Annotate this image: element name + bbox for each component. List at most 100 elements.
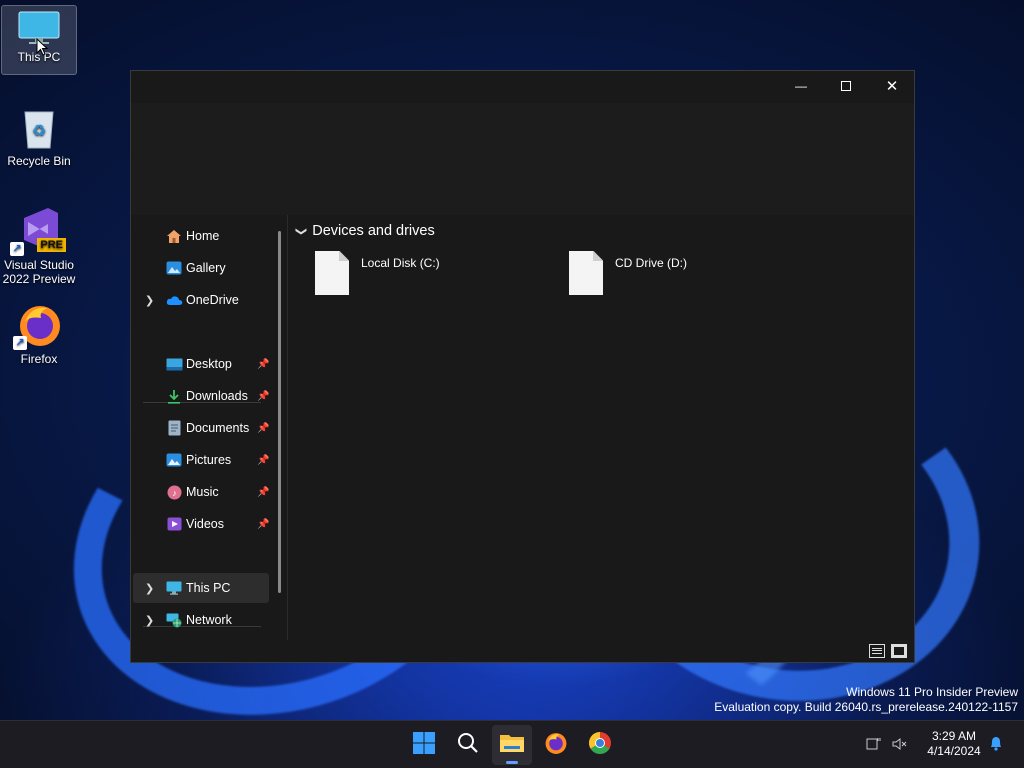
status-bar	[131, 640, 914, 664]
pin-icon: 📌	[257, 358, 270, 370]
recycle-bin-icon: ♻	[17, 106, 61, 150]
drive-label: Local Disk (C:)	[361, 256, 440, 270]
preview-badge: PRE	[37, 238, 66, 252]
network-status-icon[interactable]	[866, 737, 882, 754]
nav-item-music[interactable]: ♪ Music 📌	[133, 477, 269, 507]
bell-icon	[989, 735, 1003, 756]
nav-label: Documents	[186, 421, 250, 435]
search-icon	[457, 732, 479, 759]
nav-item-desktop[interactable]: Desktop 📌	[133, 349, 269, 379]
svg-text:♻: ♻	[32, 123, 46, 140]
close-icon: ✕	[885, 78, 899, 95]
gallery-icon	[165, 260, 183, 276]
nav-label: Pictures	[186, 453, 232, 467]
nav-item-videos[interactable]: Videos 📌	[133, 509, 269, 539]
nav-item-onedrive[interactable]: ❯ OneDrive	[133, 285, 269, 315]
minimize-button[interactable]: —	[778, 71, 824, 101]
content-pane[interactable]: ❯ Devices and drives Local Disk (C:) CD …	[291, 215, 911, 640]
pane-divider[interactable]	[287, 215, 288, 640]
title-bar[interactable]: — ✕	[131, 71, 914, 103]
nav-label: OneDrive	[186, 293, 239, 307]
chevron-right-icon[interactable]: ❯	[145, 614, 154, 627]
picture-icon	[165, 452, 183, 468]
taskbar-file-explorer[interactable]	[492, 725, 532, 765]
chevron-right-icon[interactable]: ❯	[145, 294, 154, 307]
computer-icon	[165, 580, 183, 596]
visual-studio-icon: PRE ↗	[10, 204, 66, 256]
nav-label: Gallery	[186, 261, 226, 275]
chevron-down-icon[interactable]: ❯	[295, 226, 308, 235]
nav-item-gallery[interactable]: Gallery	[133, 253, 269, 283]
details-view-button[interactable]	[869, 644, 885, 658]
cloud-icon	[165, 292, 183, 308]
svg-text:♪: ♪	[172, 488, 177, 498]
file-explorer-window[interactable]: — ✕ Home Gallery ❯ OneDrive Desktop 📌 Do…	[130, 70, 915, 663]
nav-label: Home	[186, 229, 220, 243]
chevron-right-icon[interactable]: ❯	[145, 582, 154, 595]
drive-label: CD Drive (D:)	[615, 256, 687, 270]
firefox-icon	[544, 731, 568, 760]
video-icon	[165, 516, 183, 532]
nav-item-home[interactable]: Home	[133, 221, 269, 251]
nav-item-pictures[interactable]: Pictures 📌	[133, 445, 269, 475]
desktop-icon-visual-studio[interactable]: PRE ↗ Visual Studio 2022 Preview	[1, 204, 77, 286]
nav-label: Videos	[186, 517, 224, 531]
download-icon	[165, 388, 183, 404]
nav-item-this-pc[interactable]: ❯ This PC	[133, 573, 269, 603]
pin-icon: 📌	[257, 518, 270, 530]
drive-item-d[interactable]: CD Drive (D:)	[569, 251, 809, 301]
desktop-icon-label: Recycle Bin	[7, 154, 71, 168]
desktop-icon-firefox[interactable]: ↗ Firefox	[1, 302, 77, 366]
nav-label: Desktop	[186, 357, 232, 371]
notification-button[interactable]	[984, 725, 1008, 765]
minimize-icon: —	[795, 79, 807, 93]
nav-item-network[interactable]: ❯ Network	[133, 605, 269, 635]
pin-icon: 📌	[257, 454, 270, 466]
close-button[interactable]: ✕	[869, 71, 915, 101]
search-button[interactable]	[448, 725, 488, 765]
system-tray	[866, 721, 908, 768]
folder-icon	[499, 732, 525, 759]
clock-date: 4/14/2024	[927, 744, 981, 758]
nav-label: Music	[186, 485, 219, 499]
file-icon	[315, 251, 349, 295]
mouse-cursor	[36, 37, 49, 61]
nav-item-downloads[interactable]: Downloads 📌	[133, 381, 269, 411]
shortcut-arrow-icon: ↗	[13, 336, 27, 350]
taskbar-firefox[interactable]	[536, 725, 576, 765]
clock[interactable]: 3:29 AM 4/14/2024	[918, 729, 990, 759]
chrome-icon	[588, 731, 612, 760]
shortcut-arrow-icon: ↗	[10, 242, 24, 256]
document-icon	[165, 420, 183, 436]
tiles-view-button[interactable]	[891, 644, 907, 658]
clock-time: 3:29 AM	[931, 729, 977, 743]
navigation-pane[interactable]: Home Gallery ❯ OneDrive Desktop 📌 Downlo…	[131, 215, 287, 640]
taskbar: 3:29 AM 4/14/2024	[0, 720, 1024, 768]
nav-label: Network	[186, 613, 232, 627]
evaluation-watermark: Windows 11 Pro Insider Preview Evaluatio…	[714, 685, 1018, 715]
group-header[interactable]: ❯ Devices and drives	[295, 223, 435, 239]
maximize-icon	[841, 81, 851, 91]
music-icon: ♪	[165, 484, 183, 500]
nav-item-documents[interactable]: Documents 📌	[133, 413, 269, 443]
drive-item-c[interactable]: Local Disk (C:)	[315, 251, 555, 301]
toolbar-area	[131, 103, 914, 215]
pin-icon: 📌	[257, 486, 270, 498]
home-icon	[165, 228, 183, 244]
start-button[interactable]	[404, 725, 444, 765]
nav-scrollbar[interactable]	[278, 231, 281, 593]
maximize-button[interactable]	[823, 71, 869, 101]
desktop-icon	[165, 356, 183, 372]
nav-label: This PC	[186, 581, 231, 595]
desktop-icon-label: Firefox	[20, 352, 58, 366]
windows-logo-icon	[412, 731, 436, 760]
pin-icon: 📌	[257, 422, 270, 434]
group-title: Devices and drives	[312, 223, 435, 239]
volume-muted-icon[interactable]	[892, 737, 908, 754]
nav-label: Downloads	[186, 389, 248, 403]
taskbar-chrome[interactable]	[580, 725, 620, 765]
firefox-icon: ↗	[13, 302, 61, 350]
network-icon	[165, 612, 183, 628]
desktop-icon-recycle-bin[interactable]: ♻ Recycle Bin	[1, 106, 77, 168]
pin-icon: 📌	[257, 390, 270, 402]
